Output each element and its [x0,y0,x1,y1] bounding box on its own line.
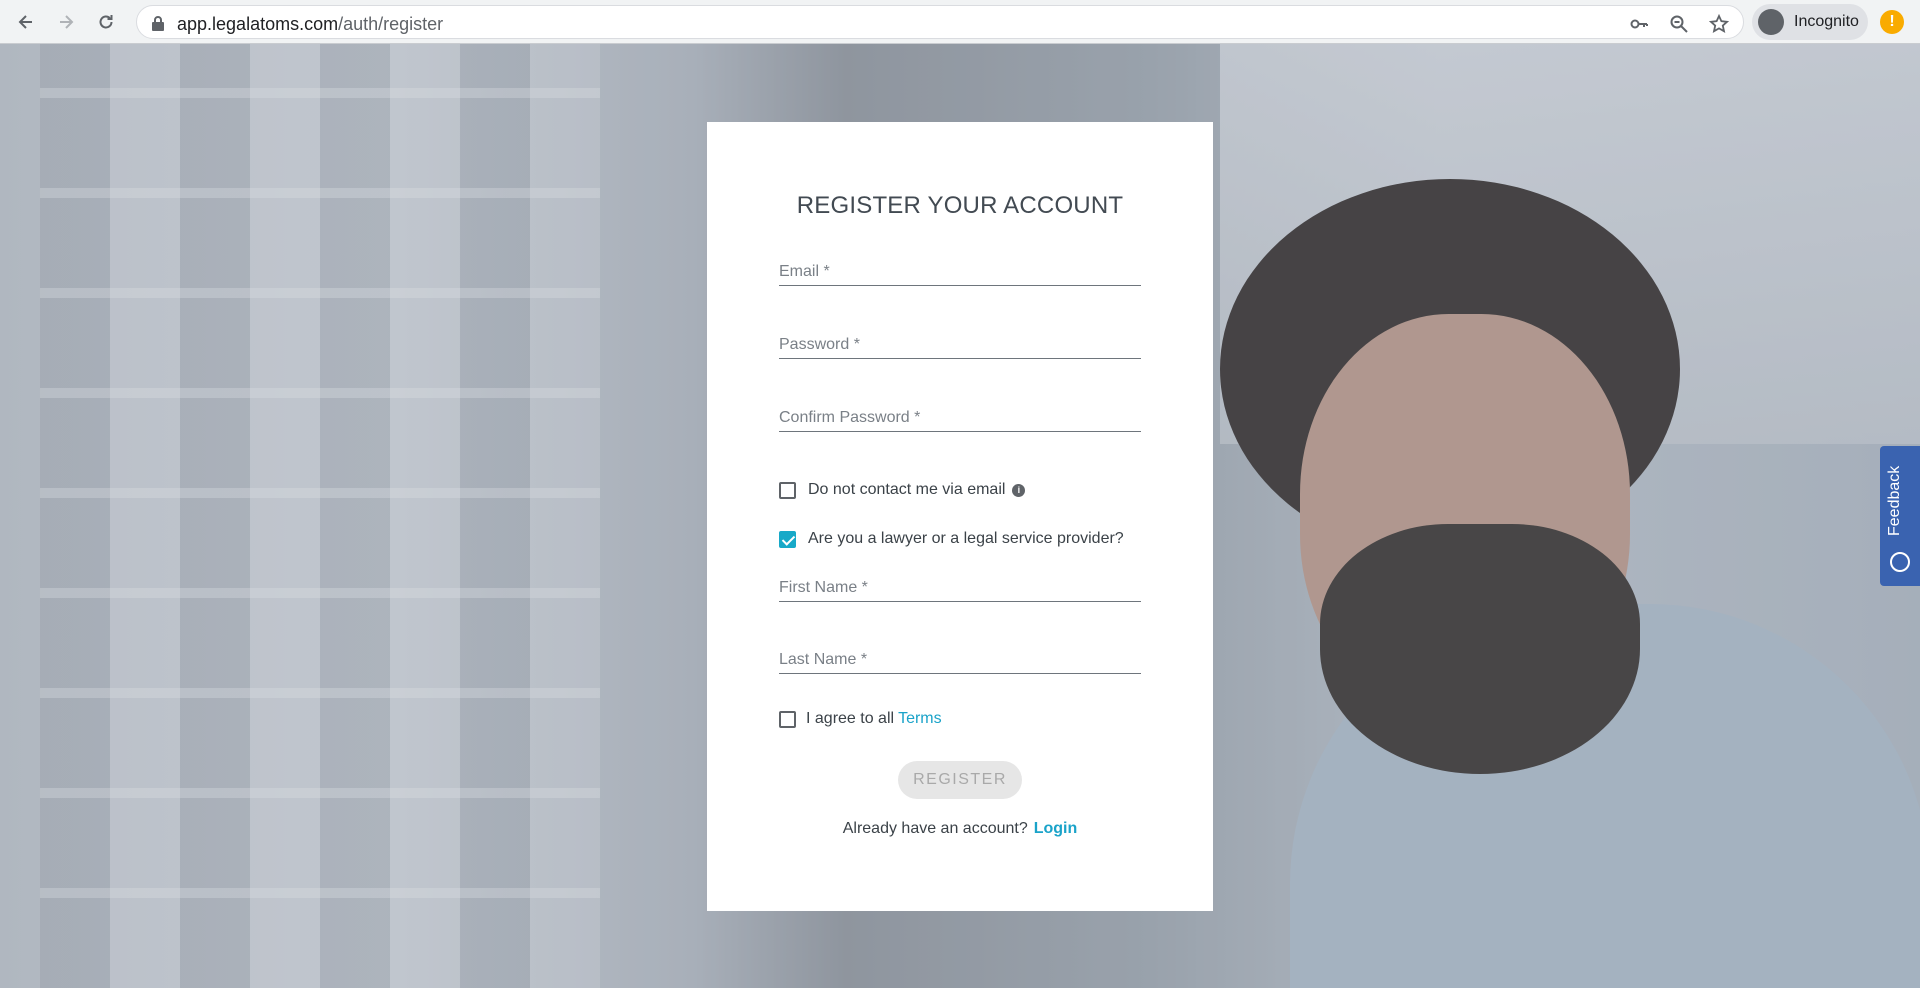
address-bar[interactable]: app.legalatoms.com/auth/register [136,5,1744,39]
feedback-label: Feedback [1886,465,1903,537]
incognito-profile-button[interactable]: Incognito [1752,4,1868,40]
incognito-icon [1758,9,1784,35]
email-label: Email * [779,263,830,280]
incognito-label: Incognito [1794,13,1859,30]
email-field[interactable]: Email * [779,250,1141,286]
browser-toolbar: app.legalatoms.com/auth/register Incogni… [0,0,1920,44]
login-link[interactable]: Login [1034,820,1078,837]
agree-checkbox[interactable] [779,710,796,728]
register-button[interactable]: REGISTER [898,761,1022,799]
forward-arrow-icon [60,15,74,29]
lawyer-row: Are you a lawyer or a legal service prov… [779,527,1124,551]
password-field[interactable]: Password * [779,323,1141,359]
login-prompt: Already have an account? [842,820,1028,837]
no-contact-label: Do not contact me via email [808,481,1006,498]
no-contact-row: Do not contact me via email i [779,478,1026,502]
alert-badge-icon[interactable]: ! [1880,10,1904,34]
back-button[interactable] [12,8,40,36]
page-title: REGISTER YOUR ACCOUNT [796,192,1124,219]
reload-button[interactable] [92,8,120,36]
bookmark-star-icon[interactable] [1709,14,1729,34]
confirm-password-field[interactable]: Confirm Password * [779,396,1141,432]
back-arrow-icon [18,15,32,29]
info-icon[interactable]: i [1012,483,1026,497]
last-name-field[interactable]: Last Name * [779,638,1141,674]
first-name-field[interactable]: First Name * [779,566,1141,602]
lock-icon [152,16,164,31]
login-row: Already have an account? Login [707,820,1213,838]
password-label: Password * [779,336,860,353]
url-domain: app.legalatoms.com [177,14,339,34]
feedback-tab[interactable]: Feedback [1880,446,1920,586]
forward-button[interactable] [52,8,80,36]
key-icon[interactable] [1629,14,1649,34]
feedback-icon [1890,552,1910,572]
reload-icon [99,15,113,29]
first-name-label: First Name * [779,579,868,596]
no-contact-checkbox[interactable] [779,481,796,499]
register-card: REGISTER YOUR ACCOUNT Email * Password *… [707,122,1213,911]
zoom-icon[interactable] [1669,14,1689,34]
agree-label: I agree to all [806,710,895,727]
url-path: /auth/register [338,14,444,34]
confirm-password-label: Confirm Password * [779,409,921,426]
last-name-label: Last Name * [779,651,868,668]
agree-row: I agree to all Terms [779,707,942,731]
url-text: app.legalatoms.com/auth/register [177,14,443,35]
lawyer-label: Are you a lawyer or a legal service prov… [808,530,1124,547]
terms-link[interactable]: Terms [898,710,942,728]
lawyer-checkbox[interactable] [779,530,796,548]
